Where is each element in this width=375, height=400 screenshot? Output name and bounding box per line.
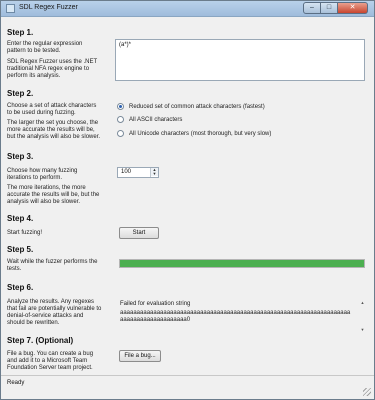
step4-desc: Start fuzzing! bbox=[7, 230, 43, 236]
step3-desc: Choose how many fuzzing iterations to pe… bbox=[7, 168, 78, 181]
app-icon bbox=[6, 4, 15, 13]
regex-pattern-input[interactable]: (a*)* bbox=[115, 39, 365, 81]
radio-button[interactable] bbox=[117, 130, 124, 137]
app-window: SDL Regex Fuzzer – □ ✕ Step 1. Enter the… bbox=[0, 0, 375, 400]
scroll-down-icon[interactable]: ▼ bbox=[360, 327, 365, 332]
radio-label: All ASCII characters bbox=[129, 116, 183, 123]
radio-button[interactable] bbox=[117, 103, 124, 110]
step1-title: Step 1. bbox=[7, 28, 34, 37]
step6-desc: Analyze the results. Any regexes that fa… bbox=[7, 299, 102, 326]
step1-engine-note: SDL Regex Fuzzer uses the .NET tradition… bbox=[7, 59, 98, 79]
step5-desc: Wait while the fuzzer performs the tests… bbox=[7, 259, 98, 272]
radio-all-ascii[interactable]: All ASCII characters bbox=[117, 116, 182, 123]
file-bug-button[interactable]: File a bug... bbox=[119, 350, 161, 362]
main-content: Step 1. Enter the regular expression pat… bbox=[5, 19, 370, 374]
step6-title: Step 6. bbox=[7, 283, 34, 292]
results-scrollbar[interactable]: ▲ ▼ bbox=[360, 300, 365, 332]
minimize-button[interactable]: – bbox=[303, 2, 321, 14]
window-title: SDL Regex Fuzzer bbox=[19, 4, 78, 11]
scroll-up-icon[interactable]: ▲ bbox=[360, 300, 365, 305]
progress-fill bbox=[120, 260, 364, 267]
radio-label: All Unicode characters (most thorough, b… bbox=[129, 130, 272, 137]
window-controls: – □ ✕ bbox=[303, 2, 368, 14]
start-button[interactable]: Start bbox=[119, 227, 159, 239]
radio-label: Reduced set of common attack characters … bbox=[129, 103, 265, 110]
stepper-buttons: ▲ ▼ bbox=[150, 168, 158, 177]
progress-bar bbox=[119, 259, 365, 268]
close-button[interactable]: ✕ bbox=[338, 2, 368, 14]
step3-title: Step 3. bbox=[7, 152, 34, 161]
step7-title: Step 7. (Optional) bbox=[7, 336, 74, 345]
iterations-value: 100 bbox=[121, 169, 132, 175]
step4-title: Step 4. bbox=[7, 214, 34, 223]
iterations-stepper[interactable]: 100 ▲ ▼ bbox=[117, 167, 159, 178]
step2-desc: Choose a set of attack characters to be … bbox=[7, 103, 97, 116]
step7-desc: File a bug. You can create a bug and add… bbox=[7, 351, 94, 371]
result-evaluation-string: aaaaaaaaaaaaaaaaaaaaaaaaaaaaaaaaaaaaaaaa… bbox=[120, 310, 351, 323]
step2-title: Step 2. bbox=[7, 89, 34, 98]
status-text: Ready bbox=[7, 380, 25, 386]
step3-note: The more iterations, the more accurate t… bbox=[7, 185, 100, 205]
radio-button[interactable] bbox=[117, 116, 124, 123]
regex-pattern-value: (a*)* bbox=[119, 42, 132, 48]
status-bar: Ready bbox=[1, 375, 374, 399]
radio-reduced-set[interactable]: Reduced set of common attack characters … bbox=[117, 103, 265, 110]
resize-grip-icon[interactable] bbox=[363, 388, 371, 396]
step1-desc: Enter the regular expression pattern to … bbox=[7, 41, 83, 54]
maximize-button[interactable]: □ bbox=[321, 2, 338, 14]
step2-note: The larger the set you choose, the more … bbox=[7, 120, 101, 140]
step5-title: Step 5. bbox=[7, 245, 34, 254]
result-status: Failed for evaluation string bbox=[120, 301, 191, 307]
radio-all-unicode[interactable]: All Unicode characters (most thorough, b… bbox=[117, 130, 271, 137]
stepper-down-icon[interactable]: ▼ bbox=[151, 172, 158, 176]
title-bar[interactable]: SDL Regex Fuzzer – □ ✕ bbox=[1, 1, 374, 17]
results-textbox[interactable]: Failed for evaluation string aaaaaaaaaaa… bbox=[117, 297, 365, 337]
